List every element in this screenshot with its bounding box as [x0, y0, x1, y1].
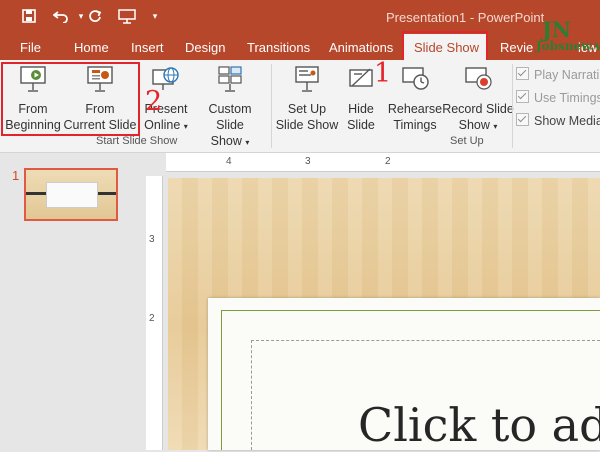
custom-slide-show-button[interactable]: Custom Slide Show ▾ [193, 64, 267, 151]
slide-title-placeholder-text[interactable]: Click to ad [358, 398, 600, 452]
checkbox-show-media-controls-box [516, 113, 529, 126]
group-label-start-slide-show: Start Slide Show [96, 135, 178, 147]
redo-icon[interactable] [84, 6, 106, 26]
rehearse-timings-icon [386, 64, 444, 98]
ruler-tick-label: 2 [385, 156, 391, 167]
record-slide-show-label-line1: Record Slide [442, 102, 514, 116]
set-up-slide-show-label-line1: Set Up [287, 102, 327, 116]
checkbox-show-media-controls-label: Show Media [534, 114, 600, 128]
checkbox-play-narrations-label: Play Narrati [534, 68, 600, 82]
rehearse-timings-label-line2: Timings [393, 118, 437, 132]
horizontal-ruler: 4 3 2 [166, 153, 600, 172]
custom-slide-show-icon [193, 64, 267, 98]
title-bar: ▾ ▾ Presentation1 - PowerPoint [0, 0, 600, 34]
jobsnew-logo: JN Jobsnew.vn [536, 17, 600, 53]
set-up-slide-show-label-line2: Slide Show [275, 118, 339, 132]
custom-slide-show-label-line1: Custom Slide [208, 102, 252, 132]
group-label-set-up: Set Up [450, 135, 484, 147]
checkbox-play-narrations[interactable]: Play Narrati [516, 67, 599, 82]
highlight-box-start-buttons [1, 62, 140, 136]
ruler-tick-label: 2 [149, 313, 155, 324]
tab-review[interactable]: Revie [500, 40, 533, 55]
rehearse-timings-button[interactable]: Rehearse Timings [386, 64, 444, 133]
ruler-tick-label: 3 [305, 156, 311, 167]
checkbox-use-timings-box [516, 90, 529, 103]
ruler-tick-label: 3 [149, 234, 155, 245]
callout-number-2: 2 [145, 86, 163, 117]
highlight-box-slide-show-tab [402, 31, 488, 63]
window-title: Presentation1 - PowerPoint [386, 10, 545, 25]
group-separator [271, 64, 272, 148]
record-slide-show-button[interactable]: Record Slide Show ▾ [442, 64, 514, 135]
hide-slide-label-line1: Hide [348, 102, 374, 116]
record-slide-show-label-line2: Show ▾ [458, 118, 498, 132]
set-up-slide-show-button[interactable]: Set Up Slide Show [274, 64, 340, 133]
ruler-tick-label: 4 [226, 156, 232, 167]
present-online-label-line2: Online ▾ [144, 118, 188, 132]
thumbnail-placeholder [46, 182, 98, 208]
checkbox-play-narrations-box [516, 67, 529, 80]
tab-transitions[interactable]: Transitions [247, 40, 310, 55]
tab-file[interactable]: File [20, 40, 41, 55]
custom-slide-show-label-line2: Show ▾ [210, 134, 250, 148]
checkbox-use-timings-label: Use Timings [534, 91, 600, 105]
tab-insert[interactable]: Insert [131, 40, 164, 55]
undo-icon[interactable] [50, 6, 72, 26]
save-icon[interactable] [18, 6, 40, 26]
group-separator [512, 64, 513, 148]
logo-site-text: Jobsnew.vn [536, 39, 600, 53]
slide-thumbnail[interactable] [24, 168, 118, 221]
checkbox-use-timings[interactable]: Use Timings [516, 90, 600, 105]
tab-animations[interactable]: Animations [329, 40, 393, 55]
rehearse-timings-label-line1: Rehearse [387, 102, 443, 116]
logo-letters: JN [542, 17, 572, 42]
slide-number: 1 [12, 168, 20, 183]
tab-home[interactable]: Home [74, 40, 109, 55]
set-up-slide-show-icon [274, 64, 340, 98]
vertical-ruler: 3 2 [146, 176, 163, 450]
customize-qat-icon[interactable]: ▾ [144, 6, 166, 26]
tab-design[interactable]: Design [185, 40, 225, 55]
hide-slide-label-line2: Slide [347, 118, 375, 132]
record-slide-show-icon [442, 64, 514, 98]
present-from-icon[interactable] [116, 6, 138, 26]
checkbox-show-media-controls[interactable]: Show Media [516, 113, 600, 128]
